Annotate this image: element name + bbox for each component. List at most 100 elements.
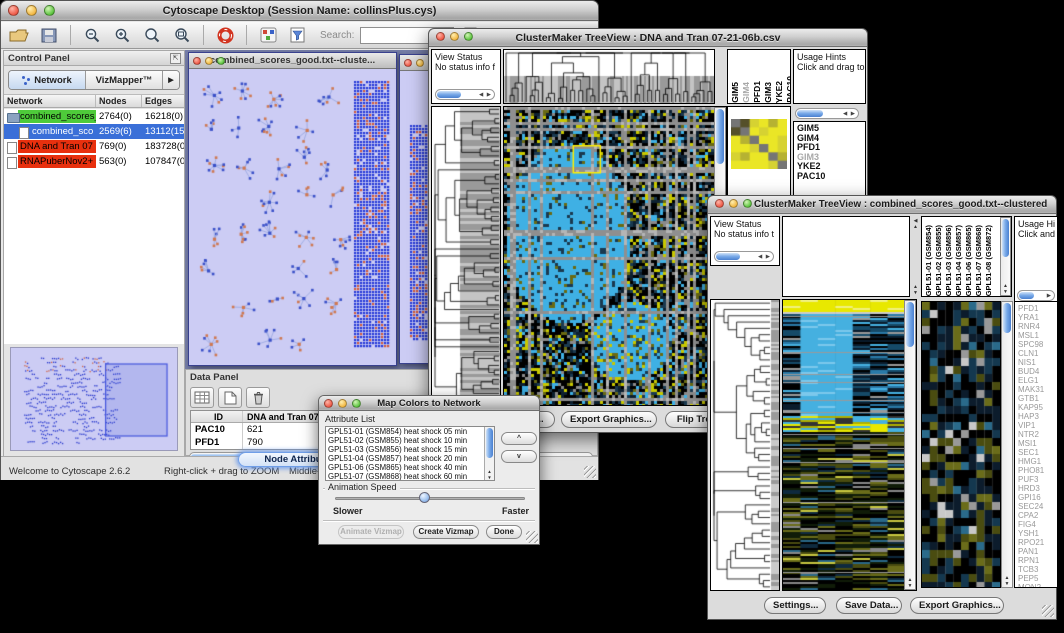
- filter-button[interactable]: [286, 25, 310, 46]
- column-label[interactable]: GPL51-08 (GSM872): [984, 225, 993, 296]
- tab-vizmapper[interactable]: VizMapper™: [86, 71, 163, 89]
- attribute-list-item[interactable]: GPL51-02 (GSM855) heat shock 10 min: [326, 436, 484, 445]
- gene-label[interactable]: CPA2: [1018, 511, 1057, 520]
- gene-label[interactable]: MSL1: [1018, 331, 1057, 340]
- minimize-button[interactable]: [26, 5, 37, 16]
- gene-label[interactable]: YRA1: [1018, 313, 1057, 322]
- gene-label[interactable]: NTR2: [1018, 430, 1057, 439]
- gene-label[interactable]: SEC24: [1018, 502, 1057, 511]
- network-tree-row[interactable]: RNAPuberNov2+ 563(0) 107847(0): [4, 154, 184, 169]
- gene-label[interactable]: PFD1: [1018, 304, 1057, 313]
- animation-speed-slider[interactable]: [335, 497, 525, 500]
- gene-label[interactable]: MAK31: [1018, 385, 1057, 394]
- gene-label[interactable]: SEC1: [1018, 448, 1057, 457]
- close-button[interactable]: [8, 5, 19, 16]
- network-view-canvas[interactable]: [191, 71, 394, 364]
- column-dendrogram[interactable]: [503, 49, 715, 104]
- resize-grip[interactable]: [526, 531, 538, 543]
- attribute-list-item[interactable]: GPL51-01 (GSM854) heat shock 05 min: [326, 427, 484, 436]
- gene-label[interactable]: YSH1: [1018, 529, 1057, 538]
- gene-label[interactable]: GPI16: [1018, 493, 1057, 502]
- gene-label[interactable]: CLN1: [1018, 349, 1057, 358]
- save-button[interactable]: [37, 25, 61, 46]
- move-down-button[interactable]: v: [501, 450, 537, 463]
- close-button[interactable]: [404, 59, 412, 67]
- minimize-button[interactable]: [205, 57, 213, 65]
- attribute-list-item[interactable]: GPL51-04 (GSM857) heat shock 20 min: [326, 454, 484, 463]
- delete-attribute-trash-icon[interactable]: [246, 387, 270, 408]
- column-label[interactable]: GPL51-02 (GSM855): [934, 225, 943, 296]
- row-dendrogram[interactable]: [431, 106, 501, 406]
- global-heatmap[interactable]: ▲▼: [503, 106, 727, 406]
- network-tree-row[interactable]: combined_scores_ 2764(0) 16218(0): [4, 109, 184, 124]
- zoom-button[interactable]: [743, 199, 752, 208]
- scroll-arrows[interactable]: ▲▼: [911, 284, 920, 296]
- column-label[interactable]: GPL51-06 (GSM865): [964, 225, 973, 296]
- attribute-list-item[interactable]: GPL51-03 (GSM856) heat shock 15 min: [326, 445, 484, 454]
- tab-overflow-arrow[interactable]: ▶: [163, 71, 179, 89]
- zoom-button[interactable]: [352, 399, 361, 408]
- minimize-button[interactable]: [338, 399, 347, 408]
- gene-label[interactable]: FIG4: [1018, 520, 1057, 529]
- gene-label[interactable]: PHO81: [1018, 466, 1057, 475]
- zoom-out-button[interactable]: [80, 25, 104, 46]
- view-status-scrollbar[interactable]: ◀ ▶: [714, 251, 774, 262]
- treeview-combined-title-bar[interactable]: ClusterMaker TreeView : combined_scores_…: [708, 196, 1056, 214]
- view-status-scrollbar[interactable]: ◀ ▶: [435, 89, 495, 100]
- gene-label[interactable]: VIP1: [1018, 421, 1057, 430]
- gene-label[interactable]: PEP5: [1018, 574, 1057, 583]
- zoom-in-button[interactable]: [110, 25, 134, 46]
- zoom-button[interactable]: [44, 5, 55, 16]
- gene-label[interactable]: GTB1: [1018, 394, 1057, 403]
- export-graphics-button[interactable]: Export Graphics...: [910, 597, 1004, 614]
- close-button[interactable]: [324, 399, 333, 408]
- minimize-button[interactable]: [416, 59, 424, 67]
- open-file-button[interactable]: [7, 25, 31, 46]
- new-attribute-icon[interactable]: [218, 387, 242, 408]
- gene-label[interactable]: MSI1: [1018, 439, 1057, 448]
- zoom-selected-button[interactable]: [140, 25, 164, 46]
- slider-thumb[interactable]: [419, 492, 430, 503]
- gene-label[interactable]: NIS1: [1018, 358, 1057, 367]
- attribute-table-icon[interactable]: [190, 387, 214, 408]
- usage-hints-scrollbar[interactable]: ▶: [1017, 290, 1055, 301]
- attribute-list-item[interactable]: GPL51-07 (GSM868) heat shock 60 min: [326, 472, 484, 481]
- export-graphics-button[interactable]: Export Graphics...: [561, 411, 657, 428]
- gene-label[interactable]: RNR4: [1018, 322, 1057, 331]
- treeview-dna-title-bar[interactable]: ClusterMaker TreeView : DNA and Tran 07-…: [429, 29, 867, 47]
- gene-label[interactable]: MON2: [1018, 583, 1057, 588]
- gene-label[interactable]: HAP3: [1018, 412, 1057, 421]
- network-tree-row[interactable]: combined_sco 2569(6) 13112(15): [4, 124, 184, 139]
- close-button[interactable]: [436, 32, 445, 41]
- gene-label[interactable]: SPC98: [1018, 340, 1057, 349]
- minimize-button[interactable]: [729, 199, 738, 208]
- close-button[interactable]: [715, 199, 724, 208]
- scroll-arrows[interactable]: ◀▲: [911, 218, 920, 230]
- heatmap-vscrollbar[interactable]: ▲▼: [904, 300, 916, 590]
- main-title-bar[interactable]: Cytoscape Desktop (Session Name: collins…: [1, 1, 598, 21]
- gene-label[interactable]: PUF3: [1018, 475, 1057, 484]
- gene-label[interactable]: HRD3: [1018, 484, 1057, 493]
- zoom-button[interactable]: [464, 32, 473, 41]
- minimize-button[interactable]: [450, 32, 459, 41]
- network-overview-thumbnail[interactable]: [10, 347, 178, 451]
- resize-grip[interactable]: [584, 466, 596, 478]
- close-button[interactable]: [193, 57, 201, 65]
- create-vizmap-button[interactable]: Create Vizmap: [413, 525, 479, 539]
- gene-label[interactable]: BUD4: [1018, 367, 1057, 376]
- zoom-row-label[interactable]: PAC10: [797, 172, 865, 182]
- move-up-button[interactable]: ^: [501, 432, 537, 445]
- gene-label[interactable]: PAN1: [1018, 547, 1057, 556]
- gene-label[interactable]: RPN1: [1018, 556, 1057, 565]
- animate-vizmap-button[interactable]: Animate Vizmap: [338, 525, 404, 539]
- column-dendrogram[interactable]: [782, 216, 910, 297]
- zoom-fit-button[interactable]: [170, 25, 194, 46]
- gene-label[interactable]: ELG1: [1018, 376, 1057, 385]
- gene-label[interactable]: HMG1: [1018, 457, 1057, 466]
- column-label[interactable]: GPL51-04 (GSM857): [954, 225, 963, 296]
- zoom-heatmap[interactable]: [731, 119, 787, 169]
- gene-label[interactable]: TCB3: [1018, 565, 1057, 574]
- resize-grip[interactable]: [1042, 605, 1054, 617]
- column-label[interactable]: GPL51-01 (GSM854): [924, 225, 933, 296]
- save-data-button[interactable]: Save Data...: [836, 597, 902, 614]
